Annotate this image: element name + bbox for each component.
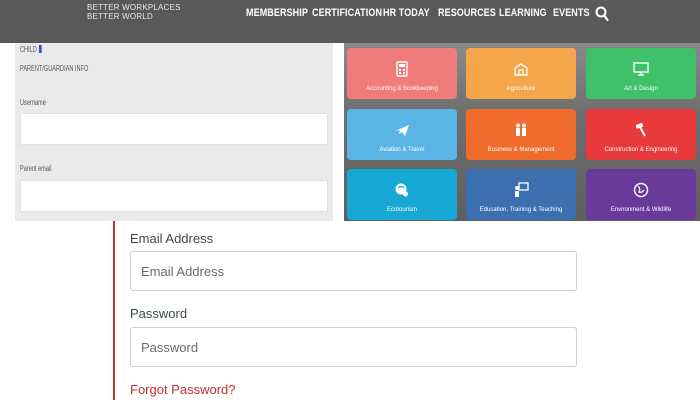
airplane-icon — [395, 125, 409, 136]
username-field[interactable] — [20, 113, 328, 145]
parent-email-label: Parent email — [20, 164, 52, 173]
tile-ecotourism[interactable]: Ecotourism — [347, 169, 457, 220]
tile-label: Ecotourism — [386, 207, 417, 213]
logo[interactable]: BETTER WORKPLACES BETTER WORLD — [87, 3, 181, 21]
nav-certification[interactable]: CERTIFICATION — [312, 7, 382, 19]
tile-accounting[interactable]: Accounting & Bookkeeping — [347, 48, 457, 99]
tile-agriculture[interactable]: Agriculture — [466, 48, 576, 99]
tile-label: Art & Design — [624, 86, 658, 92]
category-tiles-panel: Accounting & Bookkeeping Agriculture Art… — [344, 43, 700, 221]
tile-label: Aviation & Travel — [379, 147, 425, 153]
email-label: Email Address — [130, 231, 214, 246]
form-accent-line — [113, 221, 115, 400]
tile-label: Accounting & Bookkeeping — [366, 86, 438, 92]
tile-aviation[interactable]: Aviation & Travel — [347, 109, 457, 160]
logo-line-1: BETTER WORKPLACES — [87, 3, 181, 12]
password-label: Password — [130, 306, 188, 321]
password-field[interactable] — [130, 327, 577, 367]
business-people-icon — [516, 123, 526, 136]
tile-label: Agriculture — [506, 86, 536, 92]
tile-environment[interactable]: Environment & Wildlife — [586, 169, 696, 220]
username-label: Username — [20, 98, 46, 107]
top-nav-bar: BETTER WORKPLACES BETTER WORLD MEMBERSHI… — [0, 0, 700, 43]
tile-art-design[interactable]: Art & Design — [586, 48, 696, 99]
nav-learning[interactable]: LEARNING — [499, 7, 547, 19]
monitor-icon — [633, 62, 649, 76]
forgot-password-link[interactable]: Forgot Password? — [130, 382, 236, 397]
tile-construction[interactable]: Construction & Engineering — [586, 109, 696, 160]
tile-business[interactable]: Business & Management — [466, 109, 576, 160]
tile-education[interactable]: Education, Training & Teaching — [466, 169, 576, 220]
child-label: CHILD — [20, 45, 37, 54]
signup-form-panel: CHILD PARENT/GUARDIAN INFO Username Pare… — [15, 43, 333, 221]
nav-hr-today[interactable]: HR TODAY — [383, 7, 430, 19]
farm-icon — [514, 63, 528, 76]
tile-label: Education, Training & Teaching — [479, 207, 563, 213]
teacher-icon — [515, 182, 529, 197]
parent-info-label: PARENT/GUARDIAN INFO — [20, 64, 89, 73]
nav-resources[interactable]: RESOURCES — [438, 7, 496, 19]
parent-email-field[interactable] — [20, 180, 328, 212]
calculator-icon — [396, 61, 408, 77]
hammer-icon — [635, 123, 646, 137]
nav-events[interactable]: EVENTS — [553, 7, 590, 19]
tile-label: Business & Management — [487, 147, 555, 153]
email-field[interactable] — [130, 251, 577, 291]
tile-label: Construction & Engineering — [604, 147, 678, 153]
nav-membership[interactable]: MEMBERSHIP — [246, 7, 308, 19]
child-line: CHILD — [20, 45, 42, 54]
logo-line-2: BETTER WORLD — [87, 12, 153, 21]
search-icon[interactable] — [595, 6, 609, 22]
child-marker-icon — [38, 45, 42, 53]
ecotourism-icon — [395, 183, 408, 197]
tile-label: Environment & Wildlife — [610, 207, 672, 213]
globe-icon — [633, 182, 649, 198]
